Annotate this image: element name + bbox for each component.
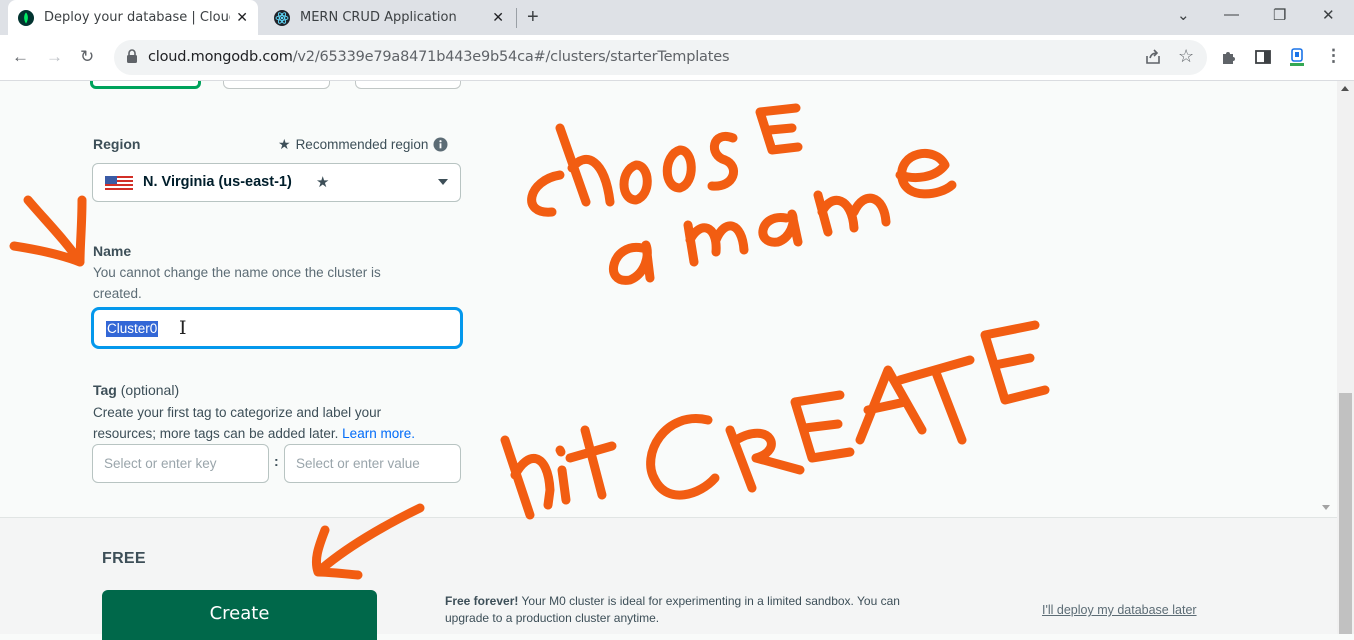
cluster-name-input[interactable]: Cluster0 I <box>91 307 463 349</box>
learn-more-link[interactable]: Learn more. <box>342 426 415 441</box>
scrollbar-thumb[interactable] <box>1339 393 1352 634</box>
template-card[interactable] <box>355 81 461 89</box>
close-tab-icon[interactable]: ✕ <box>492 10 504 26</box>
tag-key-select[interactable] <box>92 444 269 483</box>
browser-toolbar: ← → ↻ cloud.mongodb.com/v2/65339e79a8471… <box>0 35 1354 81</box>
region-select[interactable]: N. Virginia (us-east-1) ★ <box>92 163 461 202</box>
close-tab-icon[interactable]: ✕ <box>236 10 248 26</box>
new-tab-icon[interactable]: + <box>527 6 539 28</box>
tag-optional: (optional) <box>120 382 180 398</box>
tag-value-select[interactable] <box>284 444 461 483</box>
text-cursor-icon: I <box>179 317 187 339</box>
address-bar[interactable]: cloud.mongodb.com/v2/65339e79a8471b443e9… <box>114 40 1207 75</box>
back-icon[interactable]: ← <box>12 47 29 67</box>
recommended-region-hint: ★ Recommended region <box>278 136 448 153</box>
name-label: Name <box>93 243 132 259</box>
restore-icon[interactable]: ❐ <box>1273 6 1286 24</box>
url-text: cloud.mongodb.com/v2/65339e79a8471b443e9… <box>148 49 729 65</box>
region-label: Region <box>93 136 141 152</box>
tag-label-row: Tag (optional) <box>93 382 179 398</box>
recommended-region-label: Recommended region <box>295 137 429 152</box>
tab-title: MERN CRUD Application <box>300 10 457 25</box>
template-card[interactable] <box>223 81 330 89</box>
tag-key-input[interactable] <box>93 445 268 482</box>
share-icon[interactable] <box>1144 48 1162 66</box>
chevron-down-icon <box>438 179 448 185</box>
browser-tab-strip: Deploy your database | Cloud: M ✕ MERN C… <box>0 0 1354 35</box>
side-panel-icon[interactable] <box>1254 48 1272 66</box>
reload-icon[interactable]: ↻ <box>80 47 94 67</box>
tag-label: Tag <box>93 382 117 398</box>
window-scrollbar[interactable] <box>1337 81 1354 634</box>
tab-title: Deploy your database | Cloud: M <box>44 10 230 25</box>
region-selected-value: N. Virginia (us-east-1) <box>143 174 292 190</box>
create-button[interactable]: Create <box>102 590 377 640</box>
free-forever-bold: Free forever! <box>445 594 519 608</box>
tag-separator: : <box>274 453 279 469</box>
us-flag-icon <box>105 176 133 190</box>
page-scroll-down-icon[interactable] <box>1322 505 1330 510</box>
url-domain: cloud.mongodb.com <box>148 49 293 65</box>
forward-icon[interactable]: → <box>46 47 63 67</box>
info-icon[interactable] <box>433 137 448 152</box>
extensions-puzzle-icon[interactable] <box>1220 48 1238 66</box>
tab-divider <box>516 8 517 28</box>
url-path: /v2/65339e79a8471b443e9b54ca#/clusters/s… <box>292 49 730 65</box>
recommended-star-icon: ★ <box>316 174 330 191</box>
deploy-later-link[interactable]: I'll deploy my database later <box>1042 603 1197 617</box>
star-icon: ★ <box>278 136 291 152</box>
tag-value-input[interactable] <box>285 445 460 482</box>
bookmark-star-icon[interactable]: ☆ <box>1178 46 1194 67</box>
tier-label: FREE <box>102 550 146 567</box>
free-forever-text: Free forever! Your M0 cluster is ideal f… <box>445 593 945 627</box>
page-content: Region ★ Recommended region N. Virginia … <box>0 81 1337 517</box>
tab-mern-crud[interactable]: MERN CRUD Application ✕ <box>264 0 514 35</box>
profile-extension-icon[interactable] <box>1288 48 1306 68</box>
tag-help: Create your first tag to categorize and … <box>93 402 443 444</box>
tab-search-chevron-icon[interactable]: ⌄ <box>1177 6 1190 24</box>
mongodb-leaf-icon <box>18 9 34 26</box>
tab-deploy-database[interactable]: Deploy your database | Cloud: M ✕ <box>8 0 258 35</box>
deploy-footer: FREE Create Free forever! Your M0 cluste… <box>0 517 1337 640</box>
tag-help-text: Create your first tag to categorize and … <box>93 405 382 441</box>
scroll-up-arrow-icon[interactable] <box>1341 86 1349 91</box>
cluster-name-value: Cluster0 <box>106 321 159 337</box>
react-icon <box>274 9 290 26</box>
minimize-icon[interactable]: — <box>1224 6 1239 23</box>
close-window-icon[interactable]: ✕ <box>1322 6 1335 24</box>
lock-icon <box>127 49 137 63</box>
template-card-selected[interactable] <box>90 81 201 89</box>
name-help-text: You cannot change the name once the clus… <box>93 265 381 301</box>
browser-menu-icon[interactable]: ⋮ <box>1325 46 1342 66</box>
